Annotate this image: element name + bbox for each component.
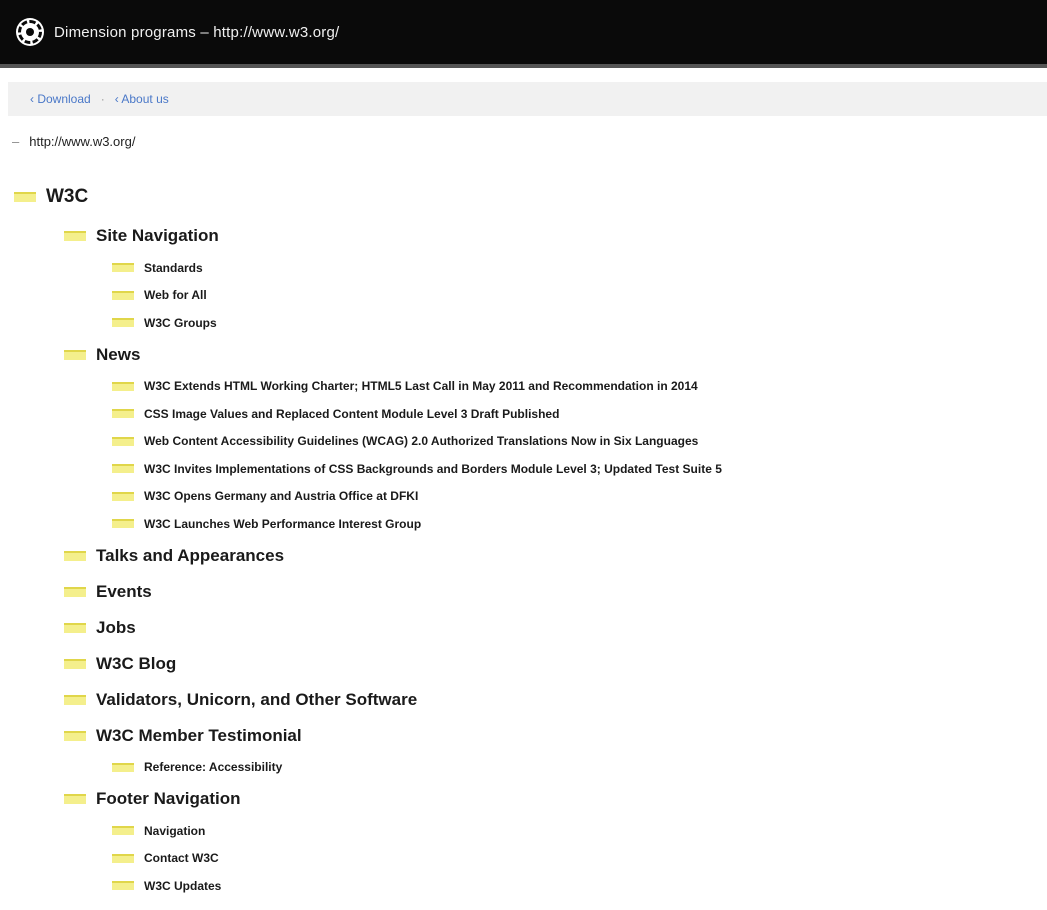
about-link[interactable]: ‹ About us: [115, 92, 169, 106]
tree-node-label: Web Content Accessibility Guidelines (WC…: [144, 434, 699, 449]
tree-node[interactable]: Contact W3C: [0, 845, 1047, 873]
tree-node[interactable]: W3C Groups: [0, 309, 1047, 337]
tree-node-label: W3C: [46, 186, 89, 207]
collapse-icon[interactable]: –: [12, 134, 19, 149]
folder-icon: [112, 381, 134, 391]
folder-icon: [112, 318, 134, 328]
tree-node-label: Events: [96, 581, 152, 601]
folder-icon: [112, 826, 134, 836]
tree-node[interactable]: W3C Opens Germany and Austria Office at …: [0, 483, 1047, 511]
folder-icon: [64, 550, 86, 561]
folder-icon: [112, 464, 134, 474]
folder-icon: [112, 853, 134, 863]
tree-node[interactable]: Standards: [0, 254, 1047, 282]
tree-node-label: Reference: Accessibility: [144, 760, 283, 775]
page-url-row: – http://www.w3.org/: [12, 134, 135, 149]
folder-icon: [112, 762, 134, 772]
tree-node-label: News: [96, 344, 141, 364]
titlebar-divider: [0, 64, 1047, 68]
folder-icon: [112, 491, 134, 501]
window-titlebar: Dimension programs – http://www.w3.org/: [0, 0, 1047, 64]
tree-node[interactable]: Events: [0, 574, 1047, 610]
tree-node-label: Talks and Appearances: [96, 545, 285, 565]
tree-node[interactable]: Footer Navigation: [0, 781, 1047, 817]
tree-node[interactable]: Web for All: [0, 282, 1047, 310]
tree-node-label: W3C Member Testimonial: [96, 725, 302, 745]
tree-node-label: W3C Invites Implementations of CSS Backg…: [144, 461, 722, 476]
tree-node[interactable]: CSS Image Values and Replaced Content Mo…: [0, 400, 1047, 428]
tree-node-label: CSS Image Values and Replaced Content Mo…: [144, 406, 560, 421]
folder-icon: [64, 794, 86, 804]
tree-node-label: W3C Updates: [144, 878, 222, 893]
window-title: Dimension programs – http://www.w3.org/: [54, 23, 340, 41]
tree-node-label: Validators, Unicorn, and Other Software: [96, 689, 418, 709]
tree-node-label: Contact W3C: [144, 851, 219, 866]
tree-node[interactable]: Talks and Appearances: [0, 538, 1047, 574]
tree-node[interactable]: Site Navigation: [0, 218, 1047, 254]
folder-icon: [64, 586, 86, 597]
folder-icon: [112, 263, 134, 273]
tree-node-label: Footer Navigation: [96, 789, 241, 808]
tree-node-label: W3C Extends HTML Working Charter; HTML5 …: [144, 379, 698, 394]
tree-node-label: W3C Launches Web Performance Interest Gr…: [144, 516, 422, 531]
tree-node[interactable]: Validators, Unicorn, and Other Software: [0, 682, 1047, 718]
tree-node-label: Site Navigation: [96, 226, 219, 245]
tree-node[interactable]: W3C Invites Implementations of CSS Backg…: [0, 455, 1047, 483]
page-url: http://www.w3.org/: [29, 134, 136, 149]
folder-icon: [112, 436, 134, 446]
tree-node[interactable]: W3C Extends HTML Working Charter; HTML5 …: [0, 373, 1047, 401]
tree-node[interactable]: Reference: Accessibility: [0, 754, 1047, 782]
download-link[interactable]: ‹ Download: [30, 92, 91, 106]
tree-node[interactable]: News: [0, 337, 1047, 373]
folder-icon: [112, 290, 134, 300]
tree-node[interactable]: W3C Updates: [0, 872, 1047, 900]
folder-icon: [64, 694, 86, 705]
folder-icon: [112, 519, 134, 529]
folder-icon: [64, 231, 86, 241]
tree-node-label: W3C Groups: [144, 315, 217, 330]
tree-node-label: Web for All: [144, 288, 207, 303]
folder-icon: [64, 349, 86, 360]
folder-icon: [112, 409, 134, 419]
tree-node[interactable]: W3C Member Testimonial: [0, 718, 1047, 754]
nav-separator: ·: [100, 92, 105, 106]
folder-icon: [14, 192, 36, 202]
tree-node[interactable]: Web Content Accessibility Guidelines (WC…: [0, 428, 1047, 456]
folder-icon: [64, 730, 86, 741]
folder-icon: [64, 622, 86, 633]
tree-node[interactable]: Navigation: [0, 817, 1047, 845]
tree-node-label: Jobs: [96, 617, 136, 637]
nav-bar: ‹ Download · ‹ About us: [8, 82, 1047, 116]
tree-node[interactable]: Jobs: [0, 610, 1047, 646]
outline-tree: W3C Site Navigation Standards Web for All W3…: [0, 176, 1047, 900]
tree-node-label: W3C Opens Germany and Austria Office at …: [144, 489, 419, 504]
tree-node-label: Standards: [144, 260, 203, 275]
tree-node[interactable]: W3C: [0, 176, 1047, 218]
tree-node[interactable]: W3C Launches Web Performance Interest Gr…: [0, 510, 1047, 538]
tree-node[interactable]: W3C Blog: [0, 646, 1047, 682]
tree-node-label: Navigation: [144, 823, 206, 838]
tree-node-label: W3C Blog: [96, 653, 177, 673]
folder-icon: [64, 658, 86, 669]
folder-icon: [112, 881, 134, 891]
gear-icon[interactable]: [18, 20, 42, 44]
